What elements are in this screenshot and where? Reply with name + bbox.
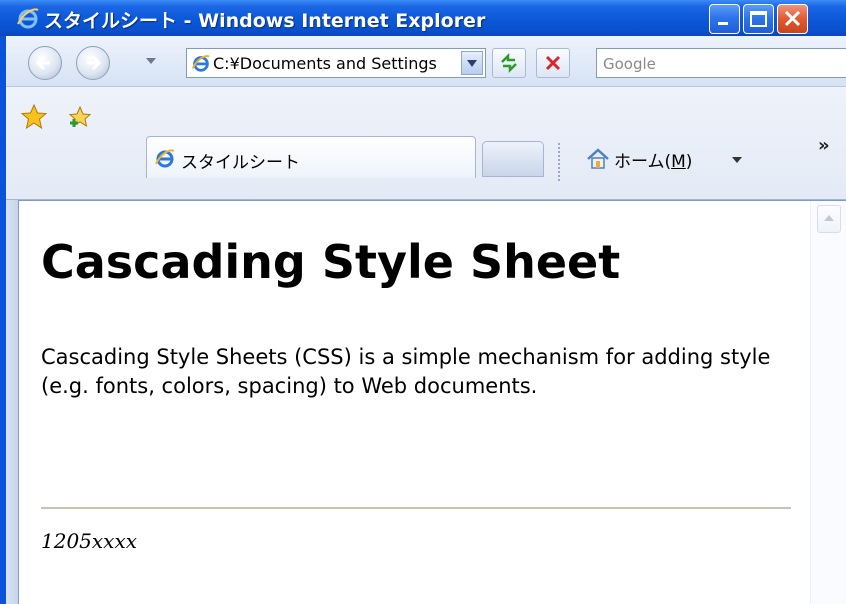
minimize-icon — [718, 22, 728, 25]
refresh-icon — [501, 52, 517, 74]
home-button[interactable]: ホーム(M) — [614, 147, 692, 172]
search-box[interactable] — [596, 48, 846, 79]
minimize-button[interactable] — [709, 4, 740, 34]
browser-chrome: C:¥Documents and Settings Google スタイルシート… — [6, 36, 846, 200]
stop-button[interactable] — [536, 48, 570, 78]
scroll-up-button[interactable] — [817, 205, 841, 233]
refresh-button[interactable] — [492, 48, 526, 78]
forward-button[interactable] — [76, 46, 110, 80]
page-footer: 1205xxxx — [41, 529, 138, 553]
horizontal-rule — [41, 507, 791, 509]
back-button[interactable] — [28, 46, 62, 80]
page-heading: Cascading Style Sheet — [41, 235, 621, 289]
tab-bar: スタイルシート ホーム(M) » — [6, 87, 846, 200]
window-title: スタイルシート - Windows Internet Explorer — [44, 10, 486, 32]
home-icon[interactable] — [584, 145, 612, 173]
vertical-scrollbar[interactable] — [810, 201, 846, 604]
forward-arrow-icon — [87, 55, 102, 71]
page-paragraph: Cascading Style Sheets (CSS) is a simple… — [41, 345, 771, 398]
page-content: Cascading Style Sheet Cascading Style Sh… — [18, 200, 846, 604]
window-left-frame — [6, 200, 18, 604]
recent-pages-dropdown[interactable] — [146, 58, 156, 64]
browser-window: スタイルシート - Windows Internet Explorer C:¥D… — [0, 0, 846, 604]
more-tools-chevron[interactable]: » — [818, 135, 830, 156]
close-window-button[interactable] — [777, 4, 808, 34]
search-input[interactable] — [597, 49, 846, 79]
ie-tab-icon — [155, 149, 175, 168]
ie-logo-icon — [17, 8, 39, 29]
tab-stylesheet[interactable]: スタイルシート — [146, 136, 476, 178]
toolbar-grip[interactable] — [558, 143, 560, 181]
back-arrow-icon — [35, 55, 50, 71]
navigation-bar: C:¥Documents and Settings — [6, 36, 846, 87]
address-dropdown-button[interactable] — [461, 51, 483, 75]
address-url: C:¥Documents and Settings — [213, 54, 437, 73]
home-accelerator: M — [671, 152, 686, 172]
tab-label: スタイルシート — [181, 153, 300, 173]
home-label-close: ) — [685, 152, 693, 172]
stop-icon — [545, 55, 561, 71]
maximize-button[interactable] — [743, 4, 774, 34]
title-bar: スタイルシート - Windows Internet Explorer — [0, 0, 846, 36]
close-icon — [784, 10, 801, 27]
home-label: ホーム( — [614, 152, 672, 172]
add-favorite-icon[interactable] — [66, 103, 94, 131]
address-bar[interactable]: C:¥Documents and Settings — [186, 48, 486, 78]
home-dropdown-arrow[interactable] — [732, 157, 742, 163]
ie-page-icon — [191, 55, 210, 72]
maximize-icon — [750, 11, 767, 27]
new-tab-button[interactable] — [482, 141, 544, 177]
favorites-star-icon[interactable] — [20, 103, 48, 131]
